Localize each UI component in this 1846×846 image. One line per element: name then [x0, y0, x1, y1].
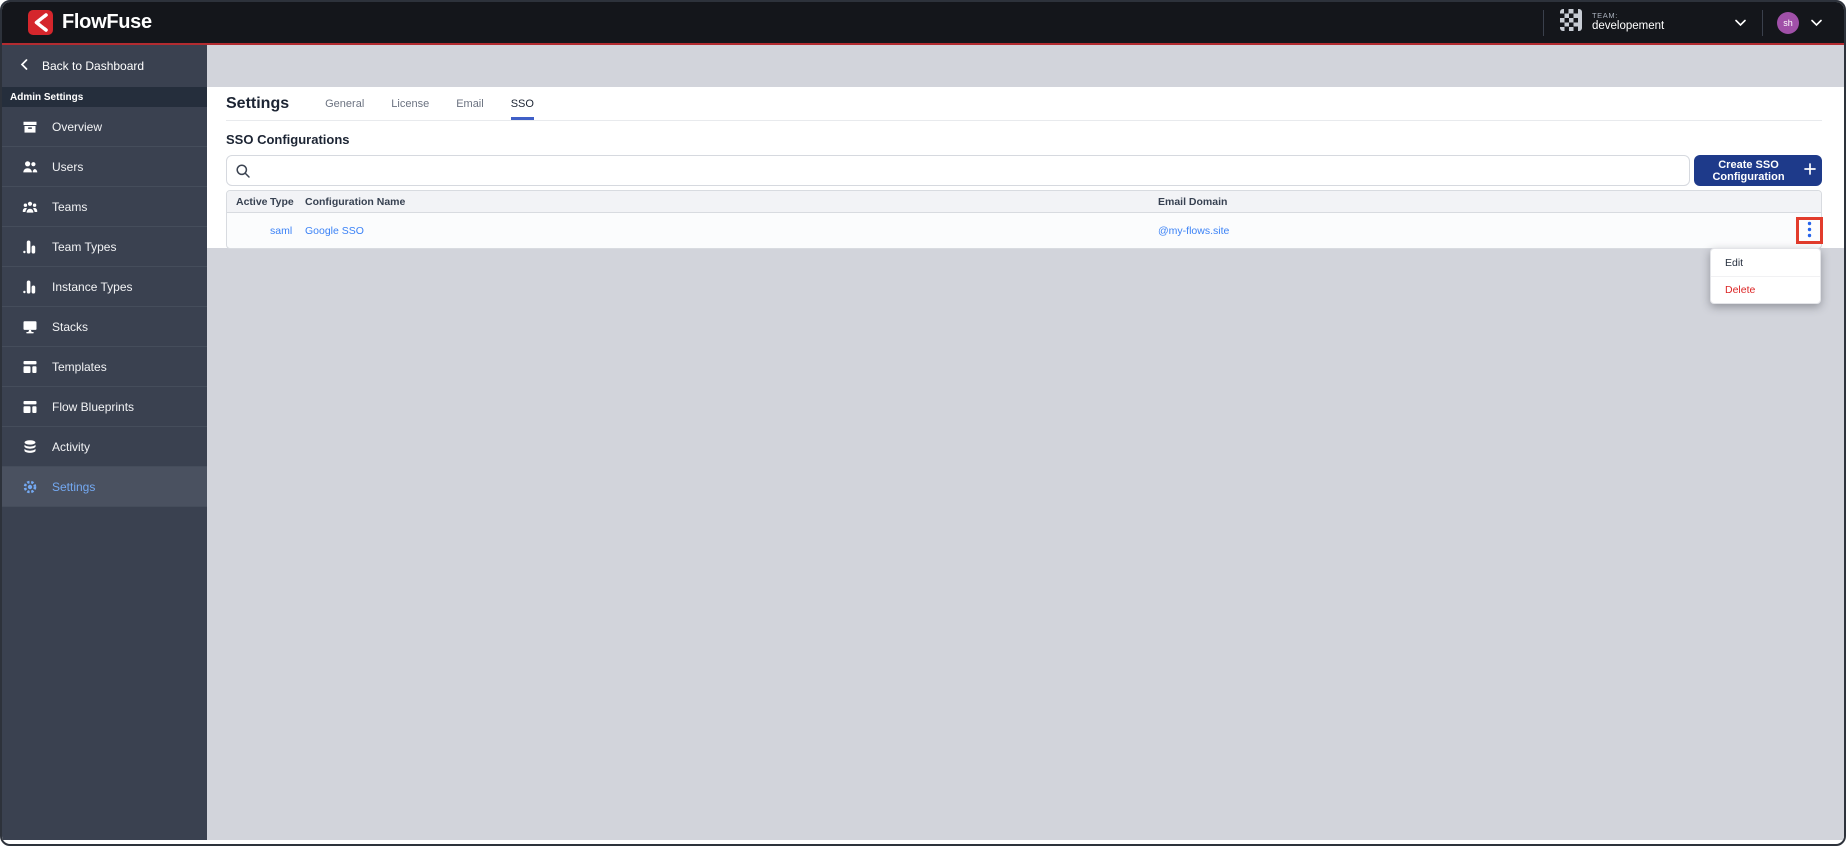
settings-gear-icon	[22, 479, 38, 495]
blueprints-icon	[22, 399, 38, 415]
teams-icon	[22, 199, 38, 215]
tabs-row: Settings General License Email SSO	[226, 87, 1822, 121]
sidebar-nav: Overview Users Teams Team Types Instance…	[2, 107, 207, 507]
sidebar-item-label: Flow Blueprints	[52, 399, 135, 414]
section-title: SSO Configurations	[226, 132, 350, 147]
sidebar-item-label: Stacks	[52, 319, 89, 334]
configuration-name-link[interactable]: Google SSO	[305, 225, 1158, 237]
cell-type: saml	[270, 224, 293, 237]
chevron-left-icon	[20, 59, 28, 73]
page-title: Settings	[226, 94, 290, 112]
flowfuse-logo-icon	[28, 10, 53, 35]
back-label: Back to Dashboard	[42, 59, 145, 73]
sso-configurations-table: Active Type Configuration Name Email Dom…	[226, 190, 1823, 249]
user-menu[interactable]: sh	[1763, 2, 1836, 43]
cell-actions	[1777, 217, 1823, 244]
sidebar-item-label: Team Types	[52, 239, 117, 254]
overview-icon	[22, 119, 38, 135]
sidebar-item-settings[interactable]: Settings	[2, 467, 207, 507]
sidebar-item-teams[interactable]: Teams	[2, 187, 207, 227]
search-box	[226, 155, 1690, 186]
search-input[interactable]	[257, 156, 1681, 185]
app-window: FlowFuse TEAM: developement sh Back to D…	[0, 0, 1846, 846]
team-selector[interactable]: TEAM: developement	[1544, 2, 1762, 43]
sso-toolbar: Create SSO Configuration	[226, 155, 1822, 186]
sidebar-item-stacks[interactable]: Stacks	[2, 307, 207, 347]
app-body: Back to Dashboard Admin Settings Overvie…	[2, 45, 1844, 840]
activity-icon	[22, 439, 38, 455]
navbar-right: TEAM: developement sh	[1543, 2, 1836, 43]
col-header-type: Type	[270, 195, 294, 208]
sidebar-item-instance-types[interactable]: Instance Types	[2, 267, 207, 307]
team-types-icon	[22, 239, 38, 255]
create-sso-configuration-button[interactable]: Create SSO Configuration	[1694, 155, 1822, 186]
instance-types-icon	[22, 279, 38, 295]
team-label: TEAM:	[1592, 10, 1618, 20]
settings-tabs: General License Email SSO	[325, 87, 534, 120]
col-header-email-domain: Email Domain	[1158, 195, 1228, 208]
col-header-active: Active	[236, 195, 268, 208]
settings-panel: Settings General License Email SSO SSO C…	[207, 87, 1844, 249]
chevron-down-icon	[1735, 14, 1746, 32]
team-avatar-icon	[1560, 9, 1582, 36]
tab-license[interactable]: License	[391, 87, 429, 120]
sidebar-item-activity[interactable]: Activity	[2, 427, 207, 467]
tab-sso[interactable]: SSO	[510, 87, 534, 120]
sidebar-item-label: Overview	[52, 119, 103, 134]
team-name: developement	[1592, 20, 1665, 33]
sidebar-section-label: Admin Settings	[2, 87, 207, 107]
admin-sidebar: Back to Dashboard Admin Settings Overvie…	[2, 45, 207, 840]
sidebar-item-label: Users	[52, 159, 84, 174]
table-row[interactable]: saml Google SSO @my-flows.site	[227, 213, 1823, 248]
brand[interactable]: FlowFuse	[28, 10, 152, 35]
back-to-dashboard[interactable]: Back to Dashboard	[2, 45, 207, 87]
cell-email-domain: @my-flows.site	[1158, 224, 1230, 237]
row-context-menu: Edit Delete	[1710, 248, 1821, 304]
plus-icon	[1804, 163, 1816, 178]
tab-general[interactable]: General	[325, 87, 364, 120]
stacks-icon	[22, 319, 38, 335]
chevron-down-icon	[1811, 14, 1822, 32]
team-text: TEAM: developement	[1592, 10, 1725, 34]
table-header-row: Active Type Configuration Name Email Dom…	[227, 191, 1821, 213]
sidebar-item-label: Activity	[52, 439, 91, 454]
create-button-label: Create SSO Configuration	[1712, 158, 1785, 183]
top-navbar: FlowFuse TEAM: developement sh	[2, 2, 1844, 43]
sidebar-item-label: Teams	[52, 199, 88, 214]
sidebar-item-label: Templates	[52, 359, 107, 374]
sidebar-item-templates[interactable]: Templates	[2, 347, 207, 387]
menu-item-delete[interactable]: Delete	[1711, 276, 1820, 303]
tab-email[interactable]: Email	[456, 87, 484, 120]
kebab-menu-icon[interactable]	[1807, 221, 1812, 241]
brand-name: FlowFuse	[62, 11, 152, 33]
sidebar-item-overview[interactable]: Overview	[2, 107, 207, 147]
main-area: Settings General License Email SSO SSO C…	[207, 45, 1844, 840]
sidebar-item-users[interactable]: Users	[2, 147, 207, 187]
user-avatar: sh	[1777, 11, 1799, 34]
sidebar-item-label: Settings	[52, 479, 96, 494]
users-icon	[22, 159, 38, 175]
col-header-configuration-name: Configuration Name	[305, 195, 406, 208]
sidebar-item-team-types[interactable]: Team Types	[2, 227, 207, 267]
sidebar-item-label: Instance Types	[52, 279, 133, 294]
menu-item-edit[interactable]: Edit	[1711, 249, 1820, 276]
sidebar-item-flow-blueprints[interactable]: Flow Blueprints	[2, 387, 207, 427]
templates-icon	[22, 359, 38, 375]
row-actions-highlight-box	[1796, 217, 1823, 244]
